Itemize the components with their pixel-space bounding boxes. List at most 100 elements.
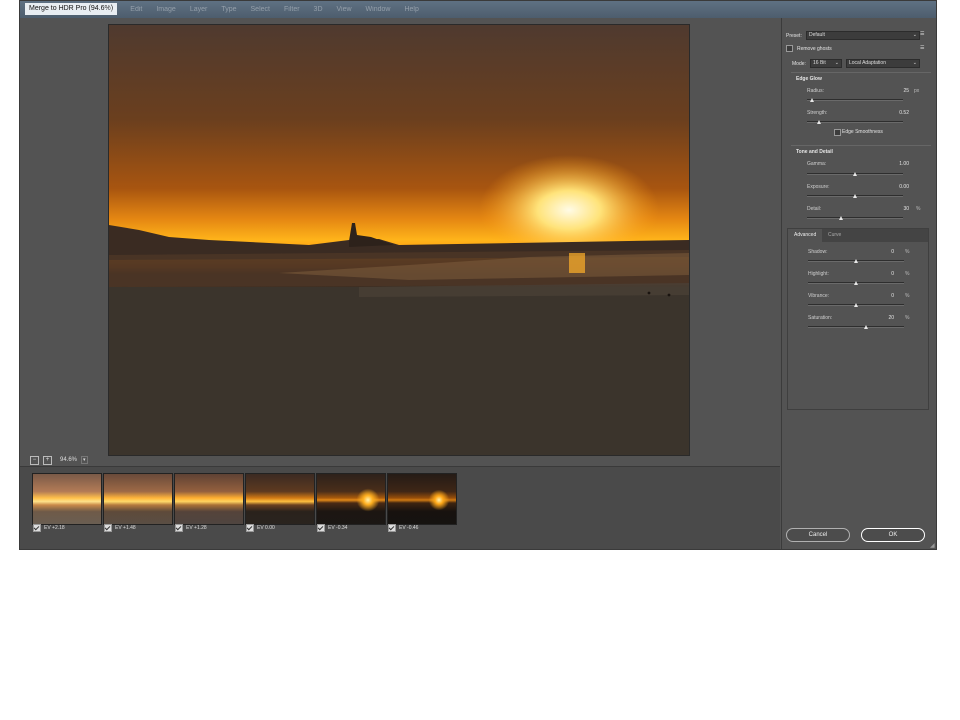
vibrance-value[interactable]: 0 bbox=[872, 293, 894, 299]
thumbnail-label: EV -0.46 bbox=[388, 524, 418, 532]
menu-item[interactable]: Edit bbox=[130, 1, 142, 18]
merge-to-hdr-dialog: Merge to HDR Pro (94.6%) File Edit Image La… bbox=[19, 0, 937, 550]
vibrance-label: Vibrance: bbox=[808, 293, 830, 299]
source-thumbnail[interactable] bbox=[245, 473, 315, 525]
highlight-value[interactable]: 0 bbox=[872, 271, 894, 277]
zoom-controls: − + 94.6% ▾ bbox=[30, 455, 88, 465]
vibrance-slider-knob[interactable] bbox=[854, 303, 858, 307]
hdr-settings-panel: Preset: Default ⌄ ☰ Remove ghosts ☰ Mode:… bbox=[781, 18, 936, 549]
menu-item[interactable]: File bbox=[105, 1, 116, 18]
menu-item[interactable]: Select bbox=[251, 1, 270, 18]
include-checkbox[interactable] bbox=[175, 524, 183, 532]
menu-item[interactable]: Window bbox=[366, 1, 391, 18]
mode-select[interactable]: 16 Bit ⌄ bbox=[810, 59, 842, 68]
method-select[interactable]: Local Adaptation ⌄ bbox=[846, 59, 920, 68]
radius-slider-track[interactable] bbox=[807, 99, 903, 101]
percent-unit: % bbox=[905, 293, 910, 299]
thumbnail-label: EV 0.00 bbox=[246, 524, 275, 532]
detail-slider-track[interactable] bbox=[807, 217, 903, 219]
tab-curve[interactable]: Curve bbox=[822, 229, 847, 242]
include-checkbox[interactable] bbox=[33, 524, 41, 532]
strength-value[interactable]: 0.52 bbox=[887, 110, 909, 116]
percent-unit: % bbox=[905, 271, 910, 277]
chevron-down-icon: ⌄ bbox=[912, 32, 917, 38]
gamma-slider-knob[interactable] bbox=[853, 172, 857, 176]
preset-row: Preset: Default ⌄ ☰ bbox=[786, 31, 924, 40]
include-checkbox[interactable] bbox=[104, 524, 112, 532]
cancel-button[interactable]: Cancel bbox=[786, 528, 850, 542]
preset-select[interactable]: Default ⌄ bbox=[806, 31, 920, 40]
strength-label: Strength: bbox=[807, 110, 828, 116]
zoom-level: 94.6% bbox=[60, 457, 78, 463]
source-thumbnail[interactable] bbox=[174, 473, 244, 525]
gamma-label: Gamma: bbox=[807, 161, 827, 167]
shadow-slider-knob[interactable] bbox=[854, 259, 858, 263]
include-checkbox[interactable] bbox=[317, 524, 325, 532]
menu-item[interactable]: Filter bbox=[284, 1, 300, 18]
radius-slider-knob[interactable] bbox=[809, 98, 814, 102]
detail-label: Detail: bbox=[807, 206, 822, 212]
exposure-value[interactable]: 0.00 bbox=[887, 184, 909, 190]
source-thumbnail[interactable] bbox=[103, 473, 173, 525]
menu-item[interactable]: 3D bbox=[314, 1, 323, 18]
include-checkbox[interactable] bbox=[246, 524, 254, 532]
exposure-slider-knob[interactable] bbox=[853, 194, 857, 198]
title-bar: Merge to HDR Pro (94.6%) File Edit Image La… bbox=[20, 1, 936, 18]
thumbnail-label: EV +1.28 bbox=[175, 524, 207, 532]
source-filmstrip: EV +2.18 EV +1.48 EV +1.28 EV 0.00 EV -0… bbox=[20, 466, 780, 549]
zoom-in-button[interactable]: + bbox=[43, 455, 52, 465]
window-title: Merge to HDR Pro (94.6%) bbox=[25, 3, 118, 15]
percent-unit: % bbox=[905, 249, 910, 255]
detail-slider-knob[interactable] bbox=[838, 216, 843, 220]
zoom-out-button[interactable]: − bbox=[30, 455, 39, 465]
menu-item[interactable]: Image bbox=[156, 1, 175, 18]
menu-bar: File Edit Image Layer Type Select Filter 3D View… bbox=[105, 1, 419, 18]
resize-grip-icon[interactable]: ◢ bbox=[930, 542, 935, 549]
menu-item[interactable]: View bbox=[337, 1, 352, 18]
tone-detail-group: Tone and Detail Gamma: 1.00 Exposure: 0.… bbox=[791, 145, 931, 226]
highlight-label: Highlight: bbox=[808, 271, 829, 277]
mode-label: Mode: bbox=[792, 60, 806, 67]
preset-label: Preset: bbox=[786, 32, 802, 39]
remove-ghosts-checkbox[interactable] bbox=[786, 45, 793, 52]
edge-glow-group: Edge Glow Radius: 25 px Strength: 0.52 E… bbox=[791, 72, 931, 145]
detail-unit: % bbox=[916, 206, 921, 212]
include-checkbox[interactable] bbox=[388, 524, 396, 532]
source-thumbnail[interactable] bbox=[387, 473, 457, 525]
remove-ghosts-label: Remove ghosts bbox=[797, 45, 832, 52]
menu-item[interactable]: Type bbox=[221, 1, 236, 18]
source-thumbnail[interactable] bbox=[32, 473, 102, 525]
chevron-down-icon: ⌄ bbox=[912, 60, 917, 66]
saturation-value[interactable]: 20 bbox=[872, 315, 894, 321]
highlight-slider-knob[interactable] bbox=[854, 281, 858, 285]
preset-menu-icon[interactable]: ☰ bbox=[920, 31, 924, 37]
radius-unit: px bbox=[914, 88, 920, 94]
menu-item[interactable]: Help bbox=[404, 1, 418, 18]
thumbnail-label: EV +2.18 bbox=[33, 524, 65, 532]
source-thumbnail[interactable] bbox=[316, 473, 386, 525]
saturation-label: Saturation: bbox=[808, 315, 833, 321]
radius-value[interactable]: 25 bbox=[887, 88, 909, 94]
ok-button[interactable]: OK bbox=[861, 528, 925, 542]
ghost-menu-icon[interactable]: ☰ bbox=[920, 45, 924, 51]
mode-row: Mode: 16 Bit ⌄ Local Adaptation ⌄ bbox=[792, 59, 920, 68]
strength-slider-track[interactable] bbox=[807, 121, 903, 123]
detail-value[interactable]: 30 bbox=[887, 206, 909, 212]
preview-area bbox=[20, 18, 780, 456]
thumbnail-label: EV -0.34 bbox=[317, 524, 347, 532]
edge-smoothness-checkbox[interactable] bbox=[834, 129, 841, 136]
edge-glow-heading: Edge Glow bbox=[796, 76, 822, 82]
saturation-slider-knob[interactable] bbox=[863, 325, 868, 329]
saturation-slider-track[interactable] bbox=[808, 326, 904, 328]
chevron-down-icon[interactable]: ▾ bbox=[81, 456, 88, 464]
shadow-value[interactable]: 0 bbox=[872, 249, 894, 255]
edge-smoothness-label: Edge Smoothness bbox=[842, 129, 883, 135]
gamma-value[interactable]: 1.00 bbox=[887, 161, 909, 167]
remove-ghosts-row: Remove ghosts ☰ bbox=[786, 45, 924, 52]
tab-advanced[interactable]: Advanced bbox=[788, 229, 823, 242]
exposure-label: Exposure: bbox=[807, 184, 830, 190]
strength-slider-knob[interactable] bbox=[816, 120, 821, 124]
hdr-preview-image bbox=[108, 24, 690, 456]
menu-item[interactable]: Layer bbox=[190, 1, 208, 18]
advanced-curve-tabs: Advanced Curve Shadow: 0 % Highlight: 0 … bbox=[787, 228, 929, 410]
